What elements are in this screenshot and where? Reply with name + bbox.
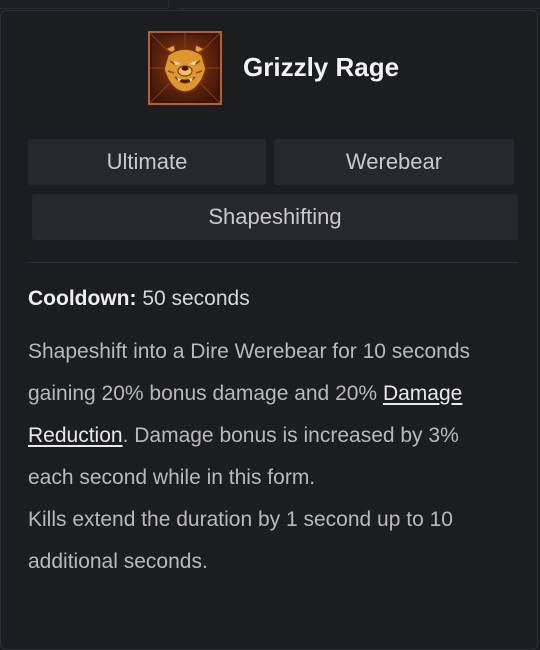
tag-shapeshifting: Shapeshifting xyxy=(32,194,518,240)
cooldown-line: Cooldown: 50 seconds xyxy=(28,287,250,311)
top-tab-left xyxy=(0,0,169,9)
divider xyxy=(28,262,518,263)
bear-head-icon xyxy=(148,31,222,105)
skill-header: Grizzly Rage xyxy=(0,30,540,106)
description-paragraph-1: Shapeshift into a Dire Werebear for 10 s… xyxy=(28,331,508,499)
skill-description: Shapeshift into a Dire Werebear for 10 s… xyxy=(28,331,508,583)
tag-ultimate: Ultimate xyxy=(28,139,266,185)
cooldown-value: 50 seconds xyxy=(142,287,250,310)
top-tab-right xyxy=(178,0,540,9)
cooldown-label: Cooldown: xyxy=(28,287,137,310)
skill-title: Grizzly Rage xyxy=(243,52,400,82)
tag-werebear: Werebear xyxy=(274,139,514,185)
description-paragraph-2: Kills extend the duration by 1 second up… xyxy=(28,508,453,573)
